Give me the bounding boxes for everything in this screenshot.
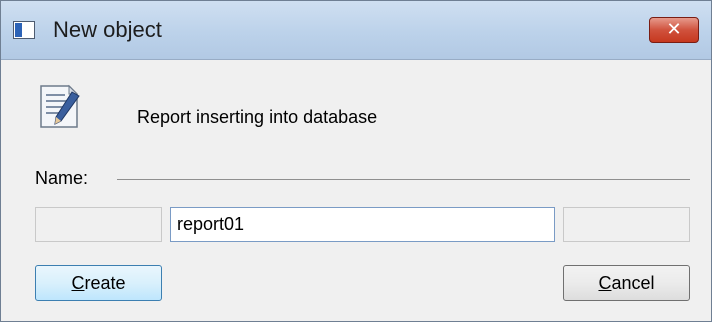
close-icon: ✕ bbox=[666, 19, 682, 40]
title-bar[interactable]: New object ✕ bbox=[1, 1, 711, 60]
create-button[interactable]: Create bbox=[35, 265, 162, 301]
name-label: Name: bbox=[35, 168, 89, 188]
window-title: New object bbox=[53, 17, 162, 42]
suffix-field bbox=[563, 207, 690, 242]
name-input[interactable] bbox=[170, 207, 555, 242]
create-mnemonic: C bbox=[71, 273, 85, 293]
close-button[interactable]: ✕ bbox=[649, 17, 699, 43]
new-object-dialog: New object ✕ Report inserting into datab… bbox=[0, 0, 712, 322]
cancel-mnemonic: C bbox=[598, 273, 612, 293]
application-window-icon bbox=[13, 21, 35, 39]
group-divider bbox=[117, 179, 690, 180]
document-edit-icon bbox=[40, 84, 80, 128]
prefix-field bbox=[35, 207, 162, 242]
cancel-button[interactable]: Cancel bbox=[563, 265, 690, 301]
create-label: reate bbox=[84, 273, 126, 293]
cancel-label: ancel bbox=[611, 273, 655, 293]
dialog-message: Report inserting into database bbox=[137, 107, 378, 127]
